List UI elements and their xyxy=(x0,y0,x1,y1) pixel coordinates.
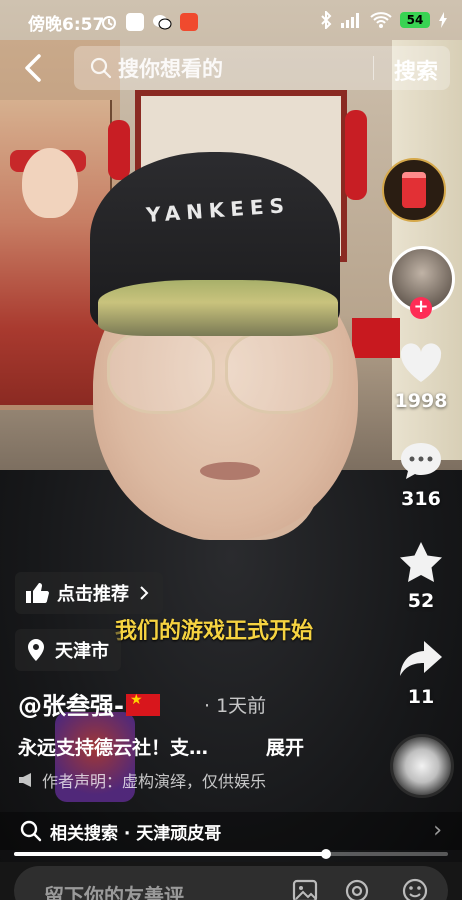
follow-button[interactable]: + xyxy=(410,297,432,319)
thumbs-up-icon xyxy=(26,583,49,603)
share-count: 11 xyxy=(407,686,435,708)
share-button[interactable]: 11 xyxy=(384,638,458,708)
search-icon xyxy=(20,820,42,842)
location-pin-icon xyxy=(28,639,44,661)
recommend-label: 点击推荐 xyxy=(57,584,129,605)
search-button[interactable]: 搜索 xyxy=(394,54,438,86)
comment-button[interactable]: 316 xyxy=(384,440,458,510)
favorite-button[interactable]: 52 xyxy=(384,540,458,612)
video-mouth xyxy=(200,462,260,480)
share-icon xyxy=(400,641,442,676)
video-cap-brim xyxy=(98,280,338,336)
bluetooth-icon xyxy=(321,11,332,29)
disclaimer-text: 作者声明：虚构演绎，仅供娱乐 xyxy=(42,772,267,791)
video-description[interactable]: 永远支持德云社！支… xyxy=(18,733,208,760)
comment-input[interactable]: 留下你的友善评 xyxy=(14,866,448,900)
video-poster-face xyxy=(22,148,78,218)
wechat-icon xyxy=(153,15,172,30)
battery-indicator: 54 xyxy=(400,12,430,28)
location-label: 天津市 xyxy=(55,641,109,662)
comment-bar: 留下你的友善评 xyxy=(0,862,462,900)
chevron-right-icon xyxy=(140,586,149,600)
status-system-icons: 54 xyxy=(320,11,448,29)
like-count: 1998 xyxy=(394,390,448,412)
video-player-screen[interactable]: YANKEES 傍晚6:57 54 搜你想看的 搜索 + 1998 316 52… xyxy=(0,0,462,900)
post-time: · 1天前 xyxy=(204,695,267,717)
location-chip[interactable]: 天津市 xyxy=(15,629,121,671)
related-search-bar[interactable]: 相关搜索 · 天津顽皮哥 › xyxy=(0,812,462,850)
chevron-right-icon: › xyxy=(433,818,442,843)
image-icon[interactable] xyxy=(292,878,318,900)
related-search-text: 相关搜索 · 天津顽皮哥 xyxy=(50,823,222,844)
star-icon xyxy=(400,542,442,582)
comment-icon xyxy=(401,443,441,479)
red-packet-button[interactable] xyxy=(382,158,446,222)
search-icon xyxy=(90,57,112,79)
video-glasses-right xyxy=(225,330,333,414)
status-time: 傍晚6:57 xyxy=(28,15,105,35)
wifi-icon xyxy=(370,12,392,28)
like-button[interactable]: 1998 xyxy=(384,342,458,412)
search-bar[interactable]: 搜你想看的 搜索 xyxy=(74,46,450,90)
recommend-chip[interactable]: 点击推荐 xyxy=(15,572,163,614)
video-progress-fill xyxy=(14,852,327,856)
video-progress-bar[interactable] xyxy=(14,849,448,859)
at-mention-icon[interactable] xyxy=(344,878,370,900)
back-button[interactable] xyxy=(18,52,50,84)
china-flag-icon xyxy=(125,692,160,716)
music-disc-button[interactable] xyxy=(390,734,454,798)
video-glasses-left xyxy=(107,330,215,414)
post-time-text: 1天前 xyxy=(216,695,267,717)
charging-icon xyxy=(439,12,447,28)
author-handle[interactable]: @张叁强- xyxy=(18,692,124,720)
expand-button[interactable]: 展开 xyxy=(266,733,304,760)
status-notification-icons xyxy=(100,13,198,31)
status-bar: 傍晚6:57 54 xyxy=(0,0,462,44)
weibo-notification-icon xyxy=(180,13,198,31)
author-disclaimer: 作者声明：虚构演绎，仅供娱乐 xyxy=(18,768,266,792)
comment-placeholder: 留下你的友善评 xyxy=(44,884,184,900)
video-lantern xyxy=(345,110,367,200)
red-packet-icon xyxy=(402,172,426,208)
app-notification-icon xyxy=(126,13,144,31)
search-divider xyxy=(373,56,374,80)
comment-count: 316 xyxy=(401,488,441,510)
search-input[interactable]: 搜你想看的 xyxy=(118,53,223,83)
favorite-count: 52 xyxy=(407,590,435,612)
video-lantern xyxy=(108,120,130,180)
heart-icon xyxy=(400,343,442,382)
alarm-icon xyxy=(102,16,116,30)
cellular-signal-icon xyxy=(341,13,359,28)
megaphone-icon xyxy=(19,773,31,787)
emoji-icon[interactable] xyxy=(402,878,428,900)
author-name[interactable]: @张叁强- xyxy=(18,686,160,721)
video-subtitle: 我们的游戏正式开始 xyxy=(115,619,314,644)
